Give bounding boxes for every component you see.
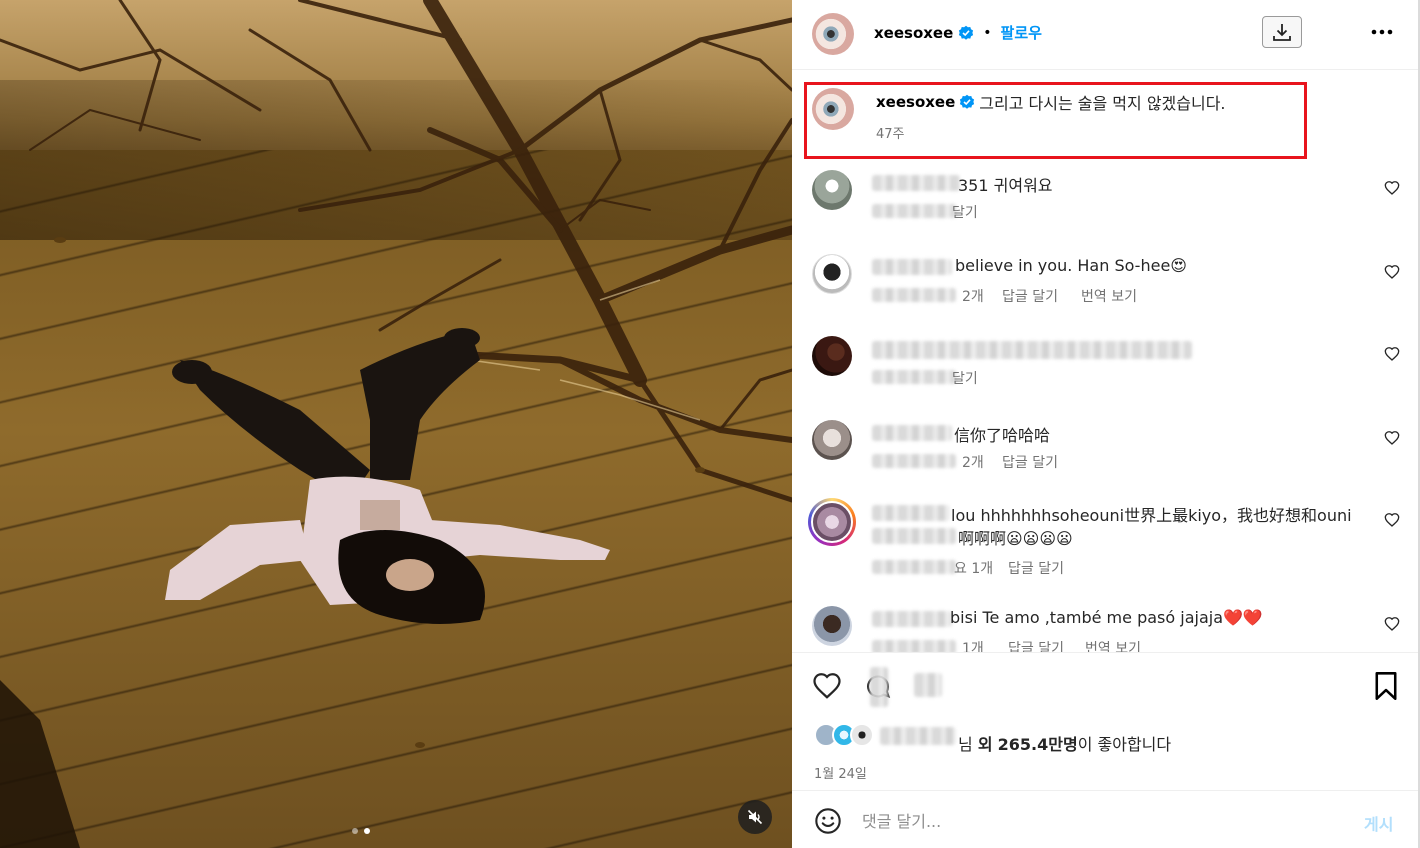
commenter-name-blurred[interactable]	[872, 425, 952, 441]
comment-like-heart-icon[interactable]	[1384, 180, 1400, 196]
post-comment-button[interactable]: 게시	[1364, 811, 1393, 835]
emoji-icon[interactable]	[814, 807, 842, 835]
likes-prefix: 님	[958, 735, 973, 754]
commenter-avatar[interactable]	[812, 170, 852, 210]
instagram-post-window: xeesoxee • 팔로우 xeesoxee 그리고 다시는 술을 먹지 않겠…	[0, 0, 1420, 848]
comment-icon-obscured	[870, 667, 888, 707]
header-user-line: xeesoxee • 팔로우	[874, 22, 1042, 43]
download-icon	[1273, 24, 1291, 41]
comment-meta-blurred	[872, 560, 956, 574]
media-pagination-dots	[352, 828, 370, 834]
comment-item: lou hhhhhhhsoheouni世界上最kiyo，我也好想和ouni 啊啊…	[792, 498, 1418, 588]
comment-like-count: 1개	[962, 641, 984, 652]
comment-text: believe in you. Han So-hee😍	[955, 256, 1187, 275]
comment-like-count: 2개	[962, 455, 984, 471]
commenter-name-blurred[interactable]	[872, 259, 952, 275]
liker-avatar[interactable]	[850, 723, 874, 747]
comment-like-heart-icon[interactable]	[1384, 346, 1400, 362]
author-username[interactable]: xeesoxee	[874, 24, 953, 42]
comment-item: bisi Te amo ,també me pasó jajaja❤️❤️ 1개…	[792, 606, 1418, 652]
muted-speaker-icon	[747, 809, 763, 825]
commenter-avatar-story-ring[interactable]	[808, 498, 856, 546]
comment-item: 信你了哈哈哈 2개 답글 달기	[792, 418, 1418, 488]
comment-text: bisi Te amo ,també me pasó jajaja❤️❤️	[950, 608, 1263, 627]
pagination-dot[interactable]	[352, 828, 358, 834]
reply-button[interactable]: 답글 달기	[1008, 638, 1064, 652]
commenter-name-blurred[interactable]	[872, 505, 950, 521]
commenter-name-blurred[interactable]	[872, 611, 952, 627]
likes-summary[interactable]: 님 외 265.4만명이 좋아합니다	[958, 731, 1171, 755]
comment-button[interactable]	[864, 667, 892, 707]
reply-button[interactable]: 답글 달기	[1002, 286, 1058, 306]
comment-text: 351 귀여워요	[958, 176, 1053, 195]
likes-and-others: 외	[977, 735, 993, 754]
heart-icon[interactable]	[812, 671, 842, 701]
pagination-dot-active[interactable]	[364, 828, 370, 834]
post-header: xeesoxee • 팔로우	[792, 0, 1418, 70]
comment-like-count: 요 1개	[954, 561, 994, 577]
commenter-avatar	[811, 501, 853, 543]
commenter-avatar[interactable]	[812, 254, 852, 294]
reply-button[interactable]: 답글 달기	[1008, 558, 1064, 578]
comment-like-heart-icon[interactable]	[1384, 616, 1400, 632]
liker-name-blurred[interactable]	[880, 727, 956, 745]
comment-like-heart-icon[interactable]	[1384, 264, 1400, 280]
comment-text-blurred	[872, 341, 1192, 359]
more-options-icon	[1371, 29, 1393, 35]
translate-button[interactable]: 번역 보기	[1085, 638, 1141, 652]
comment-meta-blurred	[872, 640, 956, 652]
comment-text-blurred	[872, 528, 956, 544]
comment-meta-blurred	[872, 454, 956, 468]
mute-toggle-button[interactable]	[738, 800, 772, 834]
follow-button[interactable]: 팔로우	[1001, 22, 1042, 43]
verified-badge-icon	[959, 25, 974, 40]
comment-meta-blurred	[872, 288, 956, 302]
comment-meta-blurred	[872, 204, 956, 218]
comment-text: lou hhhhhhhsoheouni世界上最kiyo，我也好想和ouni	[951, 506, 1352, 525]
comment-text: 信你了哈哈哈	[954, 426, 1051, 445]
share-button[interactable]	[914, 673, 942, 701]
share-icon	[914, 673, 942, 697]
comments-list[interactable]: xeesoxee 그리고 다시는 술을 먹지 않겠습니다. 47주 351 귀여…	[792, 70, 1418, 652]
post-date[interactable]: 1월 24일	[814, 763, 867, 782]
post-actions-section: 님 외 265.4만명이 좋아합니다 1월 24일	[792, 652, 1418, 790]
comment-item: 351 귀여워요 달기	[792, 168, 1418, 238]
comment-item: believe in you. Han So-hee😍 2개 답글 달기 번역 …	[792, 252, 1418, 322]
comment-meta-blurred	[872, 370, 956, 384]
header-separator: •	[983, 24, 992, 41]
commenter-avatar[interactable]	[812, 336, 852, 376]
post-media-video[interactable]	[0, 0, 792, 848]
reply-button[interactable]: 답글 달기	[1002, 452, 1058, 472]
add-comment-bar: 게시	[792, 790, 1418, 848]
likes-count: 265.4만명	[997, 735, 1078, 754]
likes-suffix: 이 좋아합니다	[1077, 735, 1172, 754]
bookmark-icon[interactable]	[1372, 671, 1400, 701]
comment-text-line2: 啊啊啊😦😦😦😦	[958, 529, 1073, 548]
download-button[interactable]	[1262, 16, 1302, 48]
comment-meta[interactable]: 달기	[952, 202, 978, 222]
commenter-avatar[interactable]	[812, 606, 852, 646]
more-options-button[interactable]	[1370, 22, 1394, 42]
comment-input[interactable]	[862, 809, 1332, 833]
comment-item: 달기	[792, 334, 1418, 404]
media-scene-illustration	[0, 0, 792, 848]
author-avatar[interactable]	[812, 13, 854, 55]
translate-button[interactable]: 번역 보기	[1081, 286, 1137, 306]
commenter-name-blurred[interactable]	[872, 175, 960, 191]
commenter-avatar[interactable]	[812, 420, 852, 460]
comment-like-count: 2개	[962, 289, 984, 305]
comment-meta[interactable]: 달기	[952, 368, 978, 388]
comment-like-heart-icon[interactable]	[1384, 512, 1400, 528]
comment-like-heart-icon[interactable]	[1384, 430, 1400, 446]
post-side-panel: xeesoxee • 팔로우 xeesoxee 그리고 다시는 술을 먹지 않겠…	[792, 0, 1418, 848]
caption-highlight-box	[804, 82, 1307, 159]
